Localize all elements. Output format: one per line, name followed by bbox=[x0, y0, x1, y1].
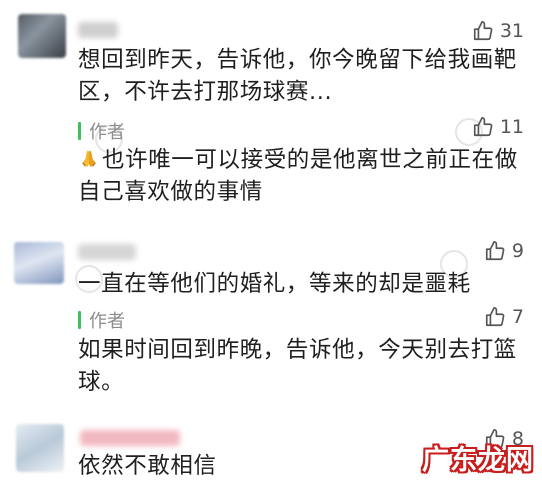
watermark-brand: 广东龙网 bbox=[422, 445, 534, 476]
like-button[interactable]: 11 bbox=[472, 116, 524, 138]
comment-text: 依然不敢相信 bbox=[78, 453, 217, 479]
avatar[interactable] bbox=[14, 242, 64, 284]
thumbs-up-icon bbox=[485, 307, 505, 327]
like-button[interactable]: 7 bbox=[484, 306, 524, 328]
thumbs-up-icon bbox=[473, 21, 493, 41]
like-count: 31 bbox=[499, 20, 524, 42]
comment-text: 一直在等他们的婚礼，等来的却是噩耗 bbox=[78, 271, 471, 297]
username-blurred bbox=[78, 22, 118, 38]
thumbs-up-icon bbox=[473, 117, 493, 137]
comment-text: 也许唯一可以接受的是他离世之前正在做 自己喜欢做的事情 bbox=[78, 147, 518, 205]
comment-text: 如果时间回到昨晚，告诉他，今天别去打篮 球。 bbox=[78, 337, 517, 395]
like-count: 7 bbox=[511, 306, 524, 328]
author-tag-bar bbox=[78, 311, 81, 329]
comment-text: 想回到昨天，告诉他，你今晚留下给我画靶 区，不许去打那场球赛... bbox=[78, 47, 517, 105]
author-tag-bar bbox=[78, 122, 81, 140]
thumbs-up-icon bbox=[485, 241, 505, 261]
username-blurred bbox=[78, 244, 136, 260]
praying-hands-icon bbox=[82, 150, 96, 167]
watermark-logo: 广东龙网 bbox=[422, 438, 534, 477]
avatar[interactable] bbox=[16, 424, 64, 472]
author-tag: 作者 bbox=[78, 118, 125, 144]
like-count: 9 bbox=[511, 240, 524, 262]
username-blurred bbox=[80, 430, 180, 446]
like-count: 11 bbox=[499, 116, 524, 138]
like-button[interactable]: 9 bbox=[484, 240, 524, 262]
like-button[interactable]: 31 bbox=[472, 20, 524, 42]
author-tag: 作者 bbox=[78, 307, 125, 333]
avatar[interactable] bbox=[18, 14, 66, 58]
